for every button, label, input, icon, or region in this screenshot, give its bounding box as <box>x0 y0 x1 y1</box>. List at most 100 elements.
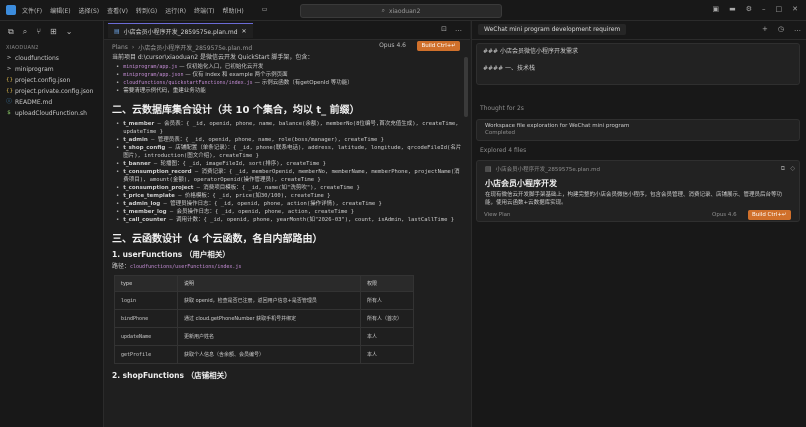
markdown-file-icon: ▤ <box>114 27 120 35</box>
menu-file[interactable]: 文件(F) <box>22 6 42 15</box>
explored-label[interactable]: Explored 4 files <box>480 147 526 154</box>
bullet-text: — 仅有 index 和 example 两个示例页面 <box>183 71 288 78</box>
breadcrumb-plans[interactable]: Plans <box>112 44 128 51</box>
path-label: 路径： <box>112 262 131 270</box>
more-options-icon[interactable]: … <box>794 25 801 33</box>
agent-chat-panel: WeChat mini program development requirem… <box>471 21 806 427</box>
collection-name: t_call_counter <box>123 216 167 223</box>
intro-text: 当前项目 d:\cursor\xiaoduan2 是微信云开发 QuickSta… <box>112 54 314 61</box>
close-icon[interactable]: ✕ <box>792 5 798 13</box>
menu-edit[interactable]: 编辑(E) <box>50 6 70 15</box>
collection-fields: — 管理员操作日志：{ _id, openid, phone, action(操… <box>160 200 382 207</box>
close-tab-icon[interactable]: ✕ <box>242 28 247 35</box>
source-control-icon[interactable]: ⑂ <box>36 27 41 37</box>
chat-header-actions: + ◷ … <box>762 25 801 33</box>
chat-model-selector[interactable]: Opus 4.6 <box>712 212 737 218</box>
collection-fields: — 管理员表：{ _id, openid, phone, name, role(… <box>147 136 384 143</box>
collection-item: • t_admin — 管理员表：{ _id, openid, phone, na… <box>116 136 384 143</box>
window-controls: ▣ ▬ ⚙ – □ ✕ <box>712 5 798 13</box>
plan-file-name[interactable]: 小店会员小程序开发_2859575e.plan.md <box>496 165 600 173</box>
more-actions-icon[interactable]: … <box>455 25 462 33</box>
menu-goto[interactable]: 转到(G) <box>136 6 157 15</box>
title-bar: 文件(F) 编辑(E) 选择(S) 查看(V) 转到(G) 运行(R) 终端(T… <box>0 0 806 21</box>
collection-item: • t_member — 会员表：{ _id, openid, phone, na… <box>116 120 459 135</box>
split-editor-icon[interactable]: ⊡ <box>441 25 447 33</box>
expand-icon[interactable]: ◇ <box>790 165 795 172</box>
search-files-icon[interactable]: ⌕ <box>23 27 27 37</box>
plan-title: 小店会员小程序开发 <box>485 179 557 188</box>
tree-item-label: cloudfunctions <box>15 55 59 62</box>
chat-tab-title[interactable]: WeChat mini program development requirem <box>478 24 627 35</box>
tree-item-label: project.config.json <box>15 77 71 84</box>
command-center-search[interactable]: ⌕ xiaoduan2 <box>300 4 502 18</box>
collection-item: • t_banner — 轮播图：{ _id, imageFileId, sort… <box>116 160 326 167</box>
bullet-text: 需要清理示例代码，重建业务功能 <box>123 87 206 94</box>
tree-item-cloudfunctions[interactable]: > cloudfunctions <box>0 53 103 64</box>
exploration-card[interactable]: Workspace file exploration for WeChat mi… <box>476 119 800 141</box>
tab-plan-file[interactable]: ▤ 小店会员小程序开发_2859575e.plan.md ✕ <box>108 23 253 38</box>
tree-item-label: uploadCloudFunction.sh <box>15 110 87 117</box>
menu-run[interactable]: 运行(R) <box>165 6 186 15</box>
files-icon[interactable]: ⧉ <box>8 27 14 37</box>
tree-item-miniprogram[interactable]: > miniprogram <box>0 64 103 75</box>
tree-item-project-private-config[interactable]: {} project.private.config.json <box>0 86 103 97</box>
table-cell: 更新用户姓名 <box>177 327 361 346</box>
collection-fields: — 价格模板：{ _id, price(如30/100), createTime… <box>174 192 331 199</box>
breadcrumb-file[interactable]: 小店会员小程序开发_2859575e.plan.md <box>138 43 252 52</box>
chevron-right-icon: > <box>6 55 12 61</box>
thought-label[interactable]: Thought for 2s <box>480 105 524 112</box>
menu-select[interactable]: 选择(S) <box>79 6 100 15</box>
more-icon[interactable]: ⌄ <box>66 27 73 37</box>
info-file-icon: ⓘ <box>6 99 12 105</box>
breadcrumb: Plans › 小店会员小程序开发_2859575e.plan.md Opus … <box>104 40 470 54</box>
copy-icon[interactable]: ⧉ <box>781 165 785 173</box>
table-cell: login <box>114 291 178 310</box>
collection-name: t_shop_config <box>123 144 166 151</box>
user-functions-table: type 说明 权限 login 获取 openid，检查是否已注册，返回用户信… <box>114 275 414 364</box>
exploration-title: Workspace file exploration for WeChat mi… <box>485 123 630 129</box>
tree-item-project-config[interactable]: {} project.config.json <box>0 75 103 86</box>
explorer-toolbar: ⧉ ⌕ ⑂ ⊞ ⌄ <box>0 21 103 43</box>
plan-file-icon: ▤ <box>485 165 492 173</box>
model-selector[interactable]: Opus 4.6 <box>379 42 406 49</box>
workspace-root-label[interactable]: XIAODUAN2 <box>0 43 103 53</box>
table-cell: bindPhone <box>114 309 178 328</box>
collection-fields: — 会员操作日志：{ _id, openid, phone, action, c… <box>166 208 355 215</box>
bullet-text: — 仅初始化入口，已初始化云开发 <box>177 63 264 70</box>
table-cell: 通过 cloud.getPhoneNumber 获取手机号并绑定 <box>177 309 361 328</box>
settings-gear-icon[interactable]: ⚙ <box>746 5 752 13</box>
editor-tabs: ▤ 小店会员小程序开发_2859575e.plan.md ✕ ⊡ … <box>104 21 470 40</box>
table-cell: updateName <box>114 327 178 346</box>
new-chat-icon[interactable]: + <box>762 25 768 33</box>
tab-label: 小店会员小程序开发_2859575e.plan.md <box>123 28 238 36</box>
layout-toggle-icon[interactable]: ▭ <box>262 6 268 15</box>
menu-view[interactable]: 查看(V) <box>107 6 128 15</box>
message-line-1: ### 小店会员微信小程序开发需求 <box>483 48 578 55</box>
collection-fields: — 调用计数：{ _id, openid, phone, yearMonth(如… <box>166 216 455 223</box>
table-row: getProfile 获取个人信息（含余额、会员编号） 本人 <box>114 345 414 364</box>
chat-build-button[interactable]: Build Ctrl+↵ <box>748 210 791 220</box>
table-row: updateName 更新用户姓名 本人 <box>114 327 414 346</box>
table-cell: 所有人（首次） <box>360 309 414 328</box>
menu-help[interactable]: 帮助(H) <box>222 6 243 15</box>
tree-item-readme[interactable]: ⓘ README.md <box>0 97 103 108</box>
panel-layout-icon[interactable]: ▣ <box>712 5 719 13</box>
chat-icon[interactable]: ▬ <box>729 5 736 13</box>
build-button[interactable]: Build Ctrl+↵ <box>417 41 460 51</box>
minimize-icon[interactable]: – <box>762 5 766 13</box>
collection-name: t_consumption_record <box>123 168 192 175</box>
menu-terminal[interactable]: 终端(T) <box>194 6 214 15</box>
heading-shop-functions: 2. shopFunctions （店铺相关） <box>112 371 232 380</box>
maximize-icon[interactable]: □ <box>776 5 783 13</box>
history-icon[interactable]: ◷ <box>778 25 784 33</box>
intro-bullet: • cloudfunctions/quickstartFunctions/inde… <box>116 79 353 86</box>
collection-name: t_price_template <box>123 192 175 199</box>
view-plan-link[interactable]: View Plan <box>484 212 511 218</box>
path-code: cloudfunctions/userFunctions/index.js <box>130 263 242 270</box>
table-header-cell: 权限 <box>360 275 414 292</box>
collection-fields: — 消费项目模板：{ _id, name(如"洗剪吹"), createTime… <box>193 184 360 191</box>
tree-item-upload-script[interactable]: $ uploadCloudFunction.sh <box>0 108 103 119</box>
user-message[interactable]: ### 小店会员微信小程序开发需求 #### 一、技术栈 <box>476 43 800 85</box>
extensions-icon[interactable]: ⊞ <box>50 27 57 37</box>
editor-scrollbar[interactable] <box>464 57 468 117</box>
